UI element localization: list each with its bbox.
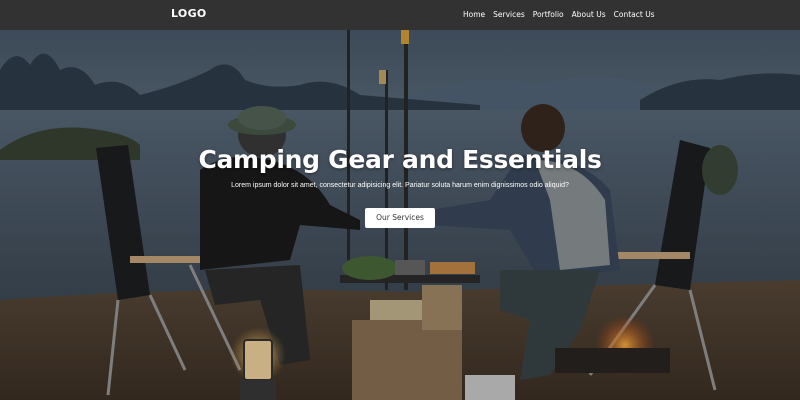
nav-menu: Home Services Portfolio About Us Contact…	[463, 10, 655, 19]
hero-subtitle: Lorem ipsum dolor sit amet, consectetur …	[231, 182, 569, 189]
our-services-button[interactable]: Our Services	[365, 208, 435, 228]
navbar: LOGO Home Services Portfolio About Us Co…	[0, 0, 800, 30]
nav-link-services[interactable]: Services	[493, 10, 525, 19]
hero-title: Camping Gear and Essentials	[198, 145, 602, 174]
logo[interactable]: LOGO	[171, 7, 207, 20]
nav-link-home[interactable]: Home	[463, 10, 485, 19]
nav-link-about-us[interactable]: About Us	[572, 10, 606, 19]
nav-link-contact-us[interactable]: Contact Us	[614, 10, 655, 19]
hero-content: Camping Gear and Essentials Lorem ipsum …	[0, 145, 800, 228]
hero-section: Camping Gear and Essentials Lorem ipsum …	[0, 30, 800, 400]
nav-link-portfolio[interactable]: Portfolio	[533, 10, 564, 19]
